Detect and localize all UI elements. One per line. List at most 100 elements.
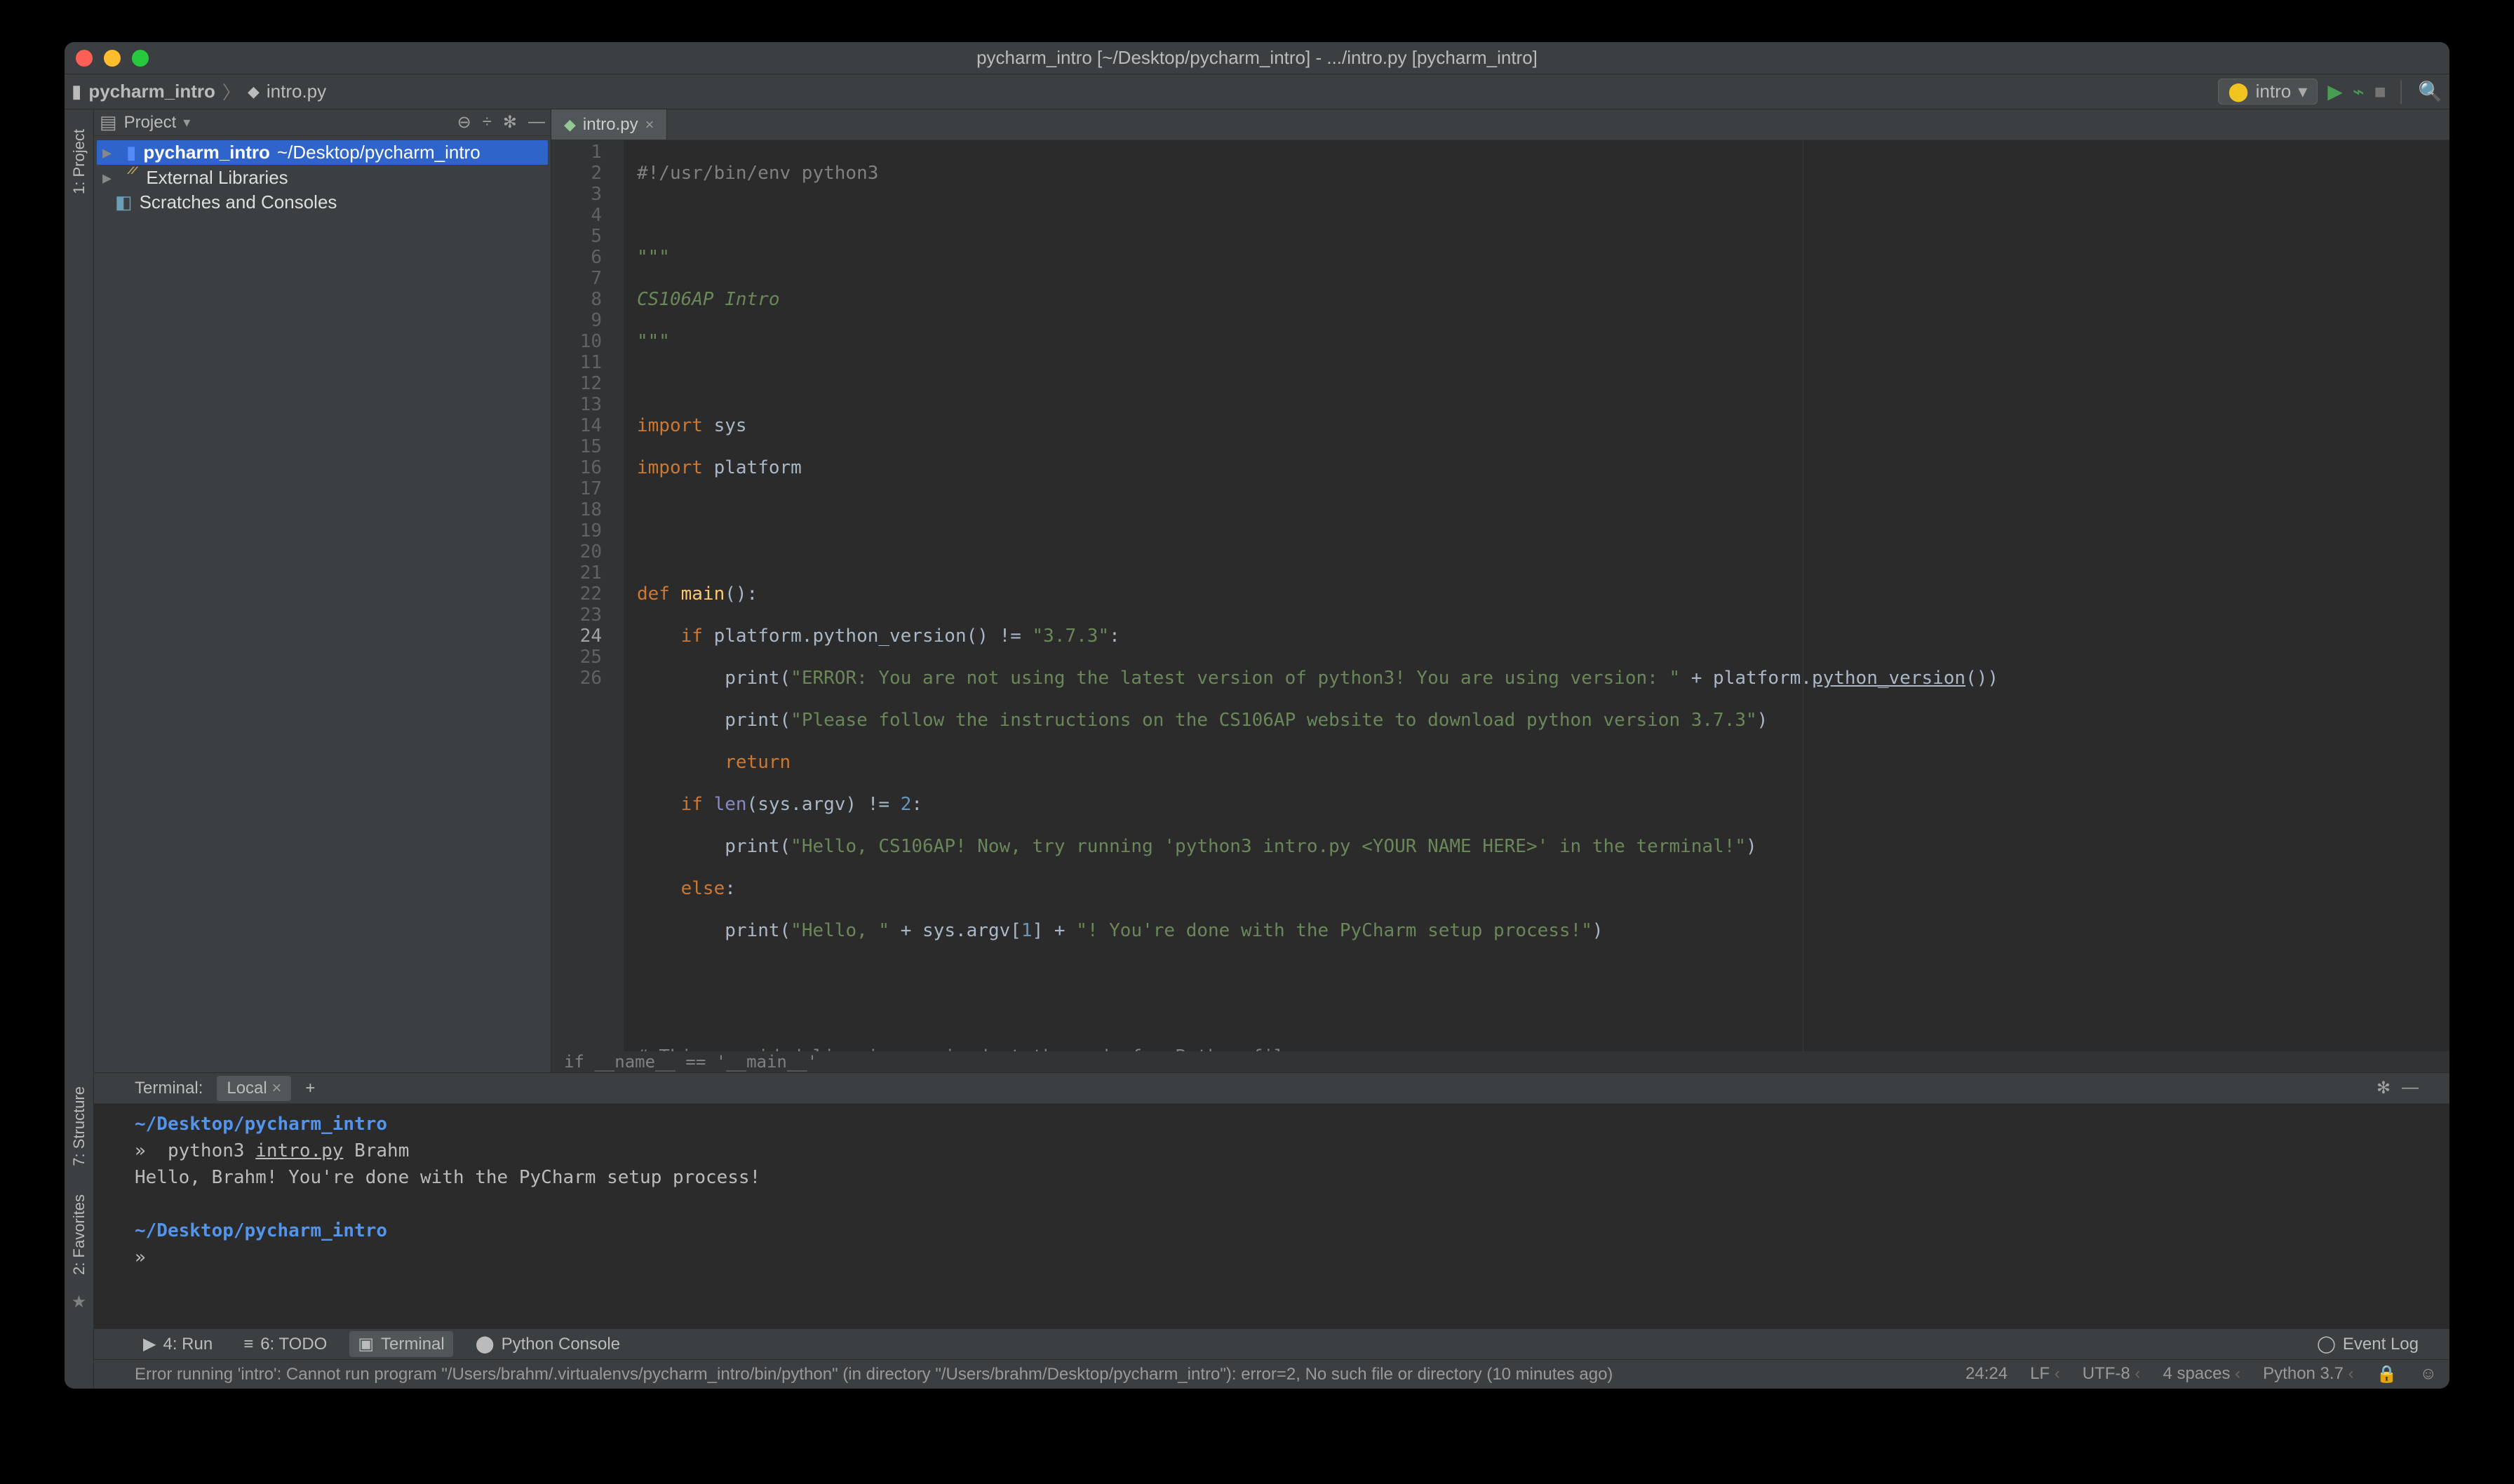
- editor-tab[interactable]: ◆ intro.py ×: [551, 109, 667, 140]
- project-tree[interactable]: ▸ ▮ pycharm_intro ~/Desktop/pycharm_intr…: [94, 136, 551, 219]
- hide-icon[interactable]: —: [2402, 1078, 2419, 1098]
- code-text: :: [1109, 626, 1120, 647]
- python-console-tool-tab[interactable]: ⬤Python Console: [467, 1331, 628, 1357]
- code-text: "Hello, ": [791, 920, 889, 941]
- code-content[interactable]: #!/usr/bin/env python3 """ CS106AP Intro…: [624, 140, 2449, 1051]
- encoding[interactable]: UTF-8: [2083, 1364, 2141, 1384]
- minimize-window-icon[interactable]: [104, 50, 121, 67]
- expand-icon[interactable]: ÷: [483, 112, 492, 133]
- ide-window: pycharm_intro [~/Desktop/pycharm_intro] …: [65, 42, 2449, 1389]
- breadcrumb-file[interactable]: intro.py: [267, 81, 326, 102]
- status-bar: Error running 'intro': Cannot run progra…: [94, 1359, 2449, 1389]
- code-text: [637, 752, 725, 773]
- terminal-prompt: »: [135, 1247, 146, 1268]
- close-window-icon[interactable]: [76, 50, 93, 67]
- tree-external-libraries[interactable]: ▸ 𝄓 External Libraries: [97, 165, 548, 190]
- tab-label: 4: Run: [163, 1335, 213, 1354]
- new-terminal-button[interactable]: +: [305, 1079, 315, 1098]
- gear-icon[interactable]: ✻: [2377, 1078, 2391, 1098]
- code-text: "Please follow the instructions on the C…: [791, 710, 1757, 731]
- code-text: platform: [714, 457, 802, 478]
- line-separator[interactable]: LF: [2030, 1364, 2060, 1384]
- code-text: "Hello, CS106AP! Now, try running 'pytho…: [791, 836, 1746, 857]
- tab-label: 6: TODO: [260, 1335, 327, 1354]
- tree-scratches[interactable]: ◧ Scratches and Consoles: [97, 190, 548, 215]
- caret-position[interactable]: 24:24: [1965, 1364, 2008, 1384]
- folder-icon: ▮: [72, 81, 81, 102]
- search-everywhere-icon[interactable]: 🔍: [2418, 80, 2442, 103]
- collapse-all-icon[interactable]: ⊖: [457, 112, 471, 133]
- terminal-cwd: ~/Desktop/pycharm_intro: [135, 1114, 387, 1135]
- run-button[interactable]: ▶: [2327, 80, 2343, 103]
- event-log-tab[interactable]: Event Log: [2343, 1335, 2419, 1354]
- python-file-icon: ◆: [564, 116, 576, 134]
- hector-icon[interactable]: ☺: [2419, 1364, 2437, 1384]
- lock-icon[interactable]: 🔒: [2377, 1364, 2398, 1384]
- code-text: python_version: [1812, 668, 1965, 689]
- terminal-cmd-arg: Brahm: [343, 1140, 409, 1161]
- chevron-right-icon[interactable]: ▸: [102, 142, 119, 163]
- code-text: platform.python_version() !=: [714, 626, 1033, 647]
- breadcrumb-project[interactable]: pycharm_intro: [88, 81, 215, 102]
- code-text: :: [725, 878, 736, 899]
- left-tool-tabs: 1: Project: [65, 109, 94, 1072]
- hide-icon[interactable]: —: [528, 112, 545, 133]
- code-text: import: [637, 415, 714, 436]
- code-text: 2: [901, 794, 912, 815]
- code-text: "! You're done with the PyCharm setup pr…: [1076, 920, 1592, 941]
- terminal-label: Terminal:: [135, 1079, 203, 1098]
- code-breadcrumb[interactable]: if __name__ == '__main__': [551, 1051, 2449, 1072]
- terminal-icon: ▣: [358, 1334, 374, 1354]
- project-panel-header: ▤ Project ▾ ⊖ ÷ ✻ —: [94, 109, 551, 136]
- project-view-title[interactable]: Project: [124, 113, 177, 133]
- project-tool-tab[interactable]: 1: Project: [67, 115, 91, 208]
- code-text: [637, 878, 681, 899]
- favorites-tool-tab[interactable]: 2: Favorites: [67, 1180, 91, 1289]
- code-editor[interactable]: 1234567891011121314151617181920212223242…: [551, 140, 2449, 1051]
- python-icon: ⬤: [2229, 81, 2249, 102]
- editor-area: ◆ intro.py × 123456789101112131415161718…: [551, 109, 2449, 1072]
- code-text: "3.7.3": [1033, 626, 1110, 647]
- code-text: """: [637, 331, 670, 352]
- close-icon[interactable]: ×: [645, 116, 654, 134]
- code-text: """: [637, 247, 670, 268]
- code-text: [637, 710, 725, 731]
- code-text: ] +: [1033, 920, 1077, 941]
- code-text: ():: [725, 584, 758, 605]
- run-tool-tab[interactable]: ▶4: Run: [135, 1331, 221, 1357]
- close-icon[interactable]: ×: [271, 1079, 281, 1098]
- gear-icon[interactable]: ✻: [503, 112, 517, 133]
- terminal-tool-tab[interactable]: ▣Terminal: [349, 1331, 452, 1357]
- code-text: # This provided line is required at the …: [637, 1046, 1296, 1051]
- list-icon: ≡: [243, 1335, 253, 1354]
- code-text: 1: [1021, 920, 1033, 941]
- code-text: #!/usr/bin/env python3: [637, 163, 878, 184]
- code-text: (: [780, 836, 791, 857]
- chevron-down-icon[interactable]: ▾: [183, 114, 190, 131]
- tree-label: External Libraries: [146, 167, 288, 189]
- scratch-icon: ◧: [115, 191, 133, 213]
- code-text: return: [725, 752, 791, 773]
- code-text: (: [780, 668, 791, 689]
- editor-tab-label: intro.py: [583, 115, 638, 135]
- structure-tool-tab[interactable]: 7: Structure: [67, 1072, 91, 1180]
- tree-project-root[interactable]: ▸ ▮ pycharm_intro ~/Desktop/pycharm_intr…: [97, 140, 548, 165]
- code-text: if: [637, 794, 714, 815]
- indent[interactable]: 4 spaces: [2163, 1364, 2240, 1384]
- debug-button[interactable]: ⌁: [2353, 80, 2365, 103]
- stop-button[interactable]: ■: [2374, 81, 2386, 103]
- maximize-window-icon[interactable]: [132, 50, 149, 67]
- chevron-right-icon[interactable]: ▸: [102, 167, 119, 189]
- terminal-cmd-file: intro.py: [255, 1140, 343, 1161]
- tab-label: Python Console: [502, 1335, 620, 1354]
- run-config-selector[interactable]: ⬤ intro ▾: [2218, 79, 2318, 104]
- terminal-tab-local[interactable]: Local ×: [217, 1076, 291, 1101]
- title-text: pycharm_intro [~/Desktop/pycharm_intro] …: [65, 47, 2449, 69]
- todo-tool-tab[interactable]: ≡ 6: TODO: [235, 1332, 335, 1357]
- code-text: print: [725, 710, 779, 731]
- python-file-icon: ◆: [248, 83, 260, 101]
- terminal-output[interactable]: ~/Desktop/pycharm_intro » python3 intro.…: [94, 1104, 2449, 1328]
- code-text: (sys.argv) !=: [747, 794, 901, 815]
- interpreter[interactable]: Python 3.7: [2263, 1364, 2353, 1384]
- code-text: + platform.: [1680, 668, 1812, 689]
